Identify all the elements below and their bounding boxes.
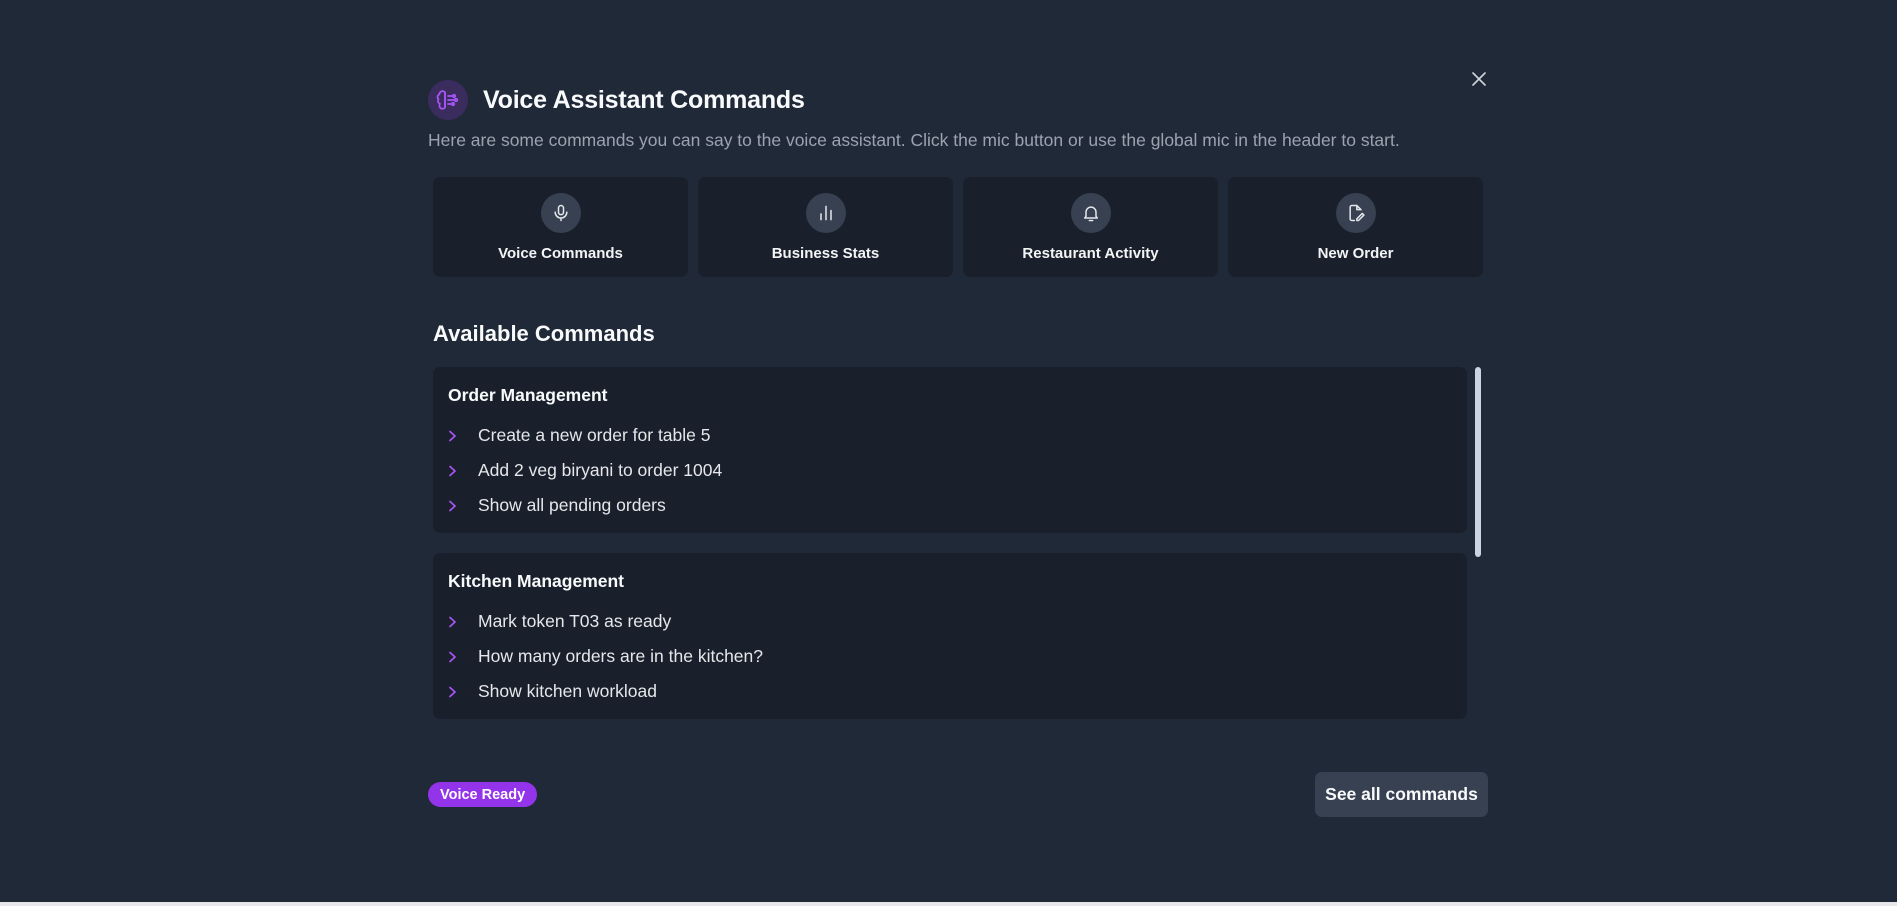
quick-actions: Voice Commands Business Stats Restaurant… <box>433 177 1483 277</box>
modal-subtitle: Here are some commands you can say to th… <box>428 130 1400 150</box>
quick-action-new-order[interactable]: New Order <box>1228 177 1483 277</box>
chevron-right-icon <box>448 465 463 477</box>
command-item[interactable]: Add 2 veg biryani to order 1004 <box>448 453 1452 488</box>
quick-action-label: Restaurant Activity <box>1022 245 1159 262</box>
quick-action-restaurant-activity[interactable]: Restaurant Activity <box>963 177 1218 277</box>
voice-status-badge: Voice Ready <box>428 782 538 807</box>
command-text: Show all pending orders <box>478 495 666 515</box>
edit-document-icon <box>1335 193 1376 233</box>
command-text: Mark token T03 as ready <box>478 611 672 631</box>
command-group-title: Order Management <box>448 385 608 405</box>
command-item[interactable]: Mark token T03 as ready <box>448 604 1452 639</box>
brain-icon <box>428 80 468 120</box>
scrollbar-thumb[interactable] <box>1475 367 1481 557</box>
section-title: Available Commands <box>433 321 655 346</box>
command-item[interactable]: Show all pending orders <box>448 488 1452 523</box>
quick-action-business-stats[interactable]: Business Stats <box>698 177 953 277</box>
command-group-title: Kitchen Management <box>448 571 624 591</box>
command-group-order-management: Order Management Create a new order for … <box>433 367 1467 533</box>
quick-action-label: Voice Commands <box>498 245 623 262</box>
chevron-right-icon <box>448 651 463 663</box>
bar-chart-icon <box>805 193 846 233</box>
quick-action-voice-commands[interactable]: Voice Commands <box>433 177 688 277</box>
command-text: Show kitchen workload <box>478 681 657 701</box>
command-text: Add 2 veg biryani to order 1004 <box>478 460 723 480</box>
command-item[interactable]: Show kitchen workload <box>448 674 1452 709</box>
chevron-right-icon <box>448 686 463 698</box>
modal-header: Voice Assistant Commands <box>428 80 805 120</box>
command-text: Create a new order for table 5 <box>478 425 711 445</box>
page: Voice Assistant Commands Here are some c… <box>0 0 1897 906</box>
microphone-icon <box>540 193 581 233</box>
page-bottom-border <box>0 902 1897 906</box>
close-button[interactable] <box>1468 68 1490 90</box>
command-item[interactable]: Create a new order for table 5 <box>448 418 1452 453</box>
command-text: How many orders are in the kitchen? <box>478 646 763 666</box>
commands-scroll-area[interactable]: Order Management Create a new order for … <box>433 367 1485 732</box>
see-all-commands-button[interactable]: See all commands <box>1315 772 1488 817</box>
quick-action-label: Business Stats <box>771 245 880 262</box>
quick-action-label: New Order <box>1317 245 1394 262</box>
chevron-right-icon <box>448 616 463 628</box>
bell-icon <box>1070 193 1111 233</box>
chevron-right-icon <box>448 500 463 512</box>
chevron-right-icon <box>448 430 463 442</box>
command-group-kitchen-management: Kitchen Management Mark token T03 as rea… <box>433 553 1467 719</box>
close-icon <box>1472 72 1486 86</box>
modal-title: Voice Assistant Commands <box>483 85 805 114</box>
command-item[interactable]: How many orders are in the kitchen? <box>448 639 1452 674</box>
